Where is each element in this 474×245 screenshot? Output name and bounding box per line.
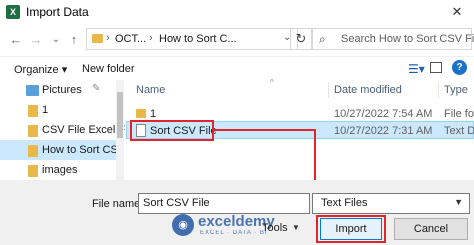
file-date: 10/27/2022 7:31 AM	[334, 125, 433, 137]
chevron-down-icon: ▼	[454, 197, 463, 207]
sort-caret-icon: ^	[270, 78, 274, 87]
close-icon[interactable]: ✕	[448, 3, 466, 21]
exceldemy-logo-icon: ◉	[172, 214, 194, 236]
back-arrow-icon[interactable]: ←	[8, 32, 24, 48]
command-toolbar: Organize ▾ New folder	[0, 56, 474, 80]
address-bar[interactable]: › OCT... › How to Sort C... ⌄	[86, 28, 298, 50]
breadcrumb-separator: ›	[149, 32, 153, 44]
file-type-select[interactable]: Text Files ▼	[312, 193, 470, 214]
sidebar-item-label: CSV File Excel F	[42, 124, 126, 136]
forward-arrow-icon[interactable]: →	[28, 32, 44, 48]
sidebar-item-label: Pictures	[42, 84, 82, 96]
organize-button[interactable]: Organize ▾	[14, 63, 67, 76]
file-name-field[interactable]: Sort CSV File	[138, 193, 310, 214]
tools-button[interactable]: Tools	[262, 222, 288, 234]
view-options-icon[interactable]: ☰▾	[408, 62, 425, 76]
sidebar-scrollbar-thumb[interactable]	[117, 92, 123, 138]
pin-icon: ✎	[92, 83, 101, 94]
recent-locations-icon[interactable]: ⌄	[48, 32, 64, 48]
excel-app-icon: X	[6, 5, 20, 19]
sidebar-item-images[interactable]: images	[0, 160, 124, 180]
navigation-pane: Pictures ✎ 1 CSV File Excel F How to Sor…	[0, 80, 126, 180]
chevron-down-icon: ▼	[292, 223, 300, 232]
sidebar-item-label: How to Sort CS	[42, 144, 118, 156]
folder-icon	[136, 109, 146, 118]
column-header-date[interactable]: Date modified	[334, 84, 402, 96]
sidebar-item-csv-file-excel[interactable]: CSV File Excel F	[0, 120, 126, 140]
window-title: Import Data	[26, 5, 89, 19]
column-header-type[interactable]: Type	[444, 84, 468, 96]
breadcrumb-separator: ›	[106, 32, 110, 44]
column-header-name[interactable]: Name	[136, 84, 165, 96]
file-name-value: Sort CSV File	[143, 197, 210, 209]
sidebar-item-label: 1	[42, 104, 49, 116]
new-folder-button[interactable]: New folder	[82, 63, 135, 75]
breadcrumb-item-how-to-sort[interactable]: How to Sort C...	[159, 33, 237, 45]
file-type: File fol	[444, 108, 474, 120]
file-name: 1	[150, 108, 157, 120]
pictures-icon	[26, 85, 39, 96]
search-icon: ⌕	[319, 32, 326, 46]
folder-icon	[28, 105, 38, 117]
file-name-label: File name:	[92, 198, 144, 210]
column-divider[interactable]	[328, 82, 329, 98]
sidebar-item-1[interactable]: 1	[0, 100, 124, 120]
folder-icon	[28, 145, 38, 157]
title-bar: X Import Data ✕	[0, 0, 474, 24]
sidebar-item-label: images	[42, 164, 78, 176]
breadcrumb-item-oct[interactable]: OCT...	[115, 33, 146, 45]
highlight-box-selected-file	[130, 120, 214, 141]
folder-icon	[28, 165, 38, 177]
highlight-box-import-button	[316, 215, 386, 243]
arrow-line-horizontal	[214, 129, 316, 131]
file-type: Text Do	[444, 125, 474, 137]
sidebar-item-pictures[interactable]: Pictures ✎	[0, 80, 124, 100]
file-date: 10/27/2022 7:54 AM	[334, 108, 433, 120]
watermark-tagline: EXCEL · DATA · BI	[200, 230, 268, 236]
search-input[interactable]: Search How to Sort CSV File ...	[341, 33, 474, 45]
folder-icon	[92, 34, 103, 43]
sidebar-item-how-to-sort[interactable]: How to Sort CS	[0, 140, 124, 160]
up-folder-icon[interactable]: ↑	[66, 32, 82, 48]
refresh-button[interactable]: ↻	[290, 28, 312, 50]
cancel-button[interactable]: Cancel	[394, 218, 468, 240]
file-type-value: Text Files	[321, 197, 368, 209]
search-box[interactable]: ⌕ Search How to Sort CSV File ...	[312, 28, 474, 50]
column-divider[interactable]	[438, 82, 439, 98]
preview-pane-icon[interactable]	[430, 62, 442, 73]
folder-icon	[28, 125, 38, 137]
help-icon[interactable]: ?	[452, 60, 467, 75]
